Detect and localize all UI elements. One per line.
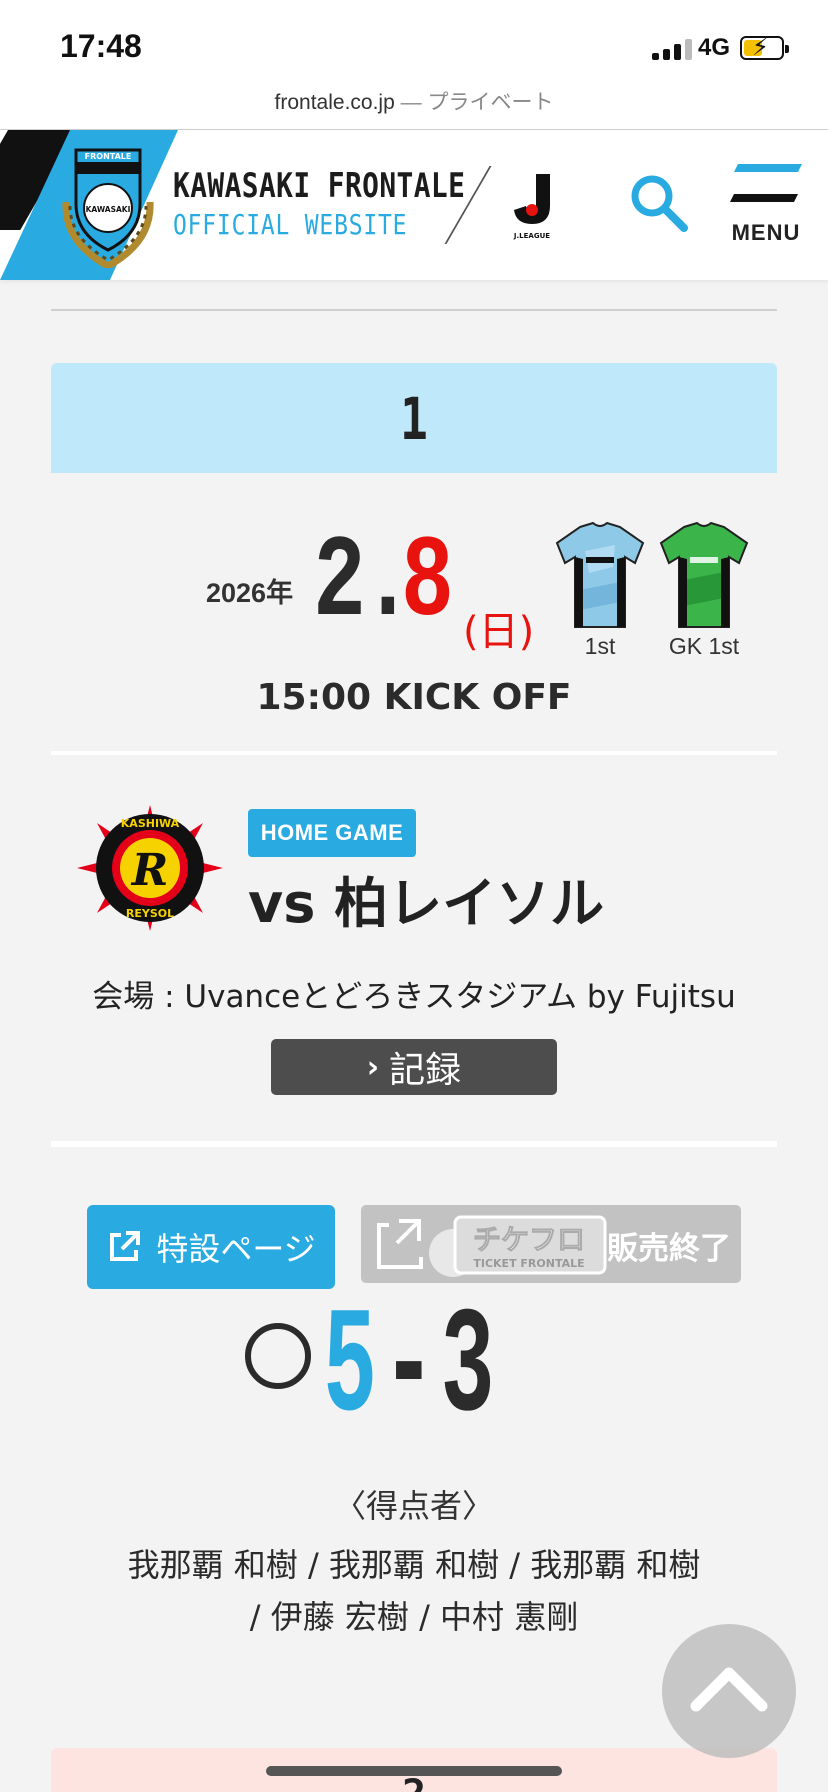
svg-text:REYSOL: REYSOL (126, 907, 174, 920)
scorers-line: 我那覇 和樹 / 我那覇 和樹 / 我那覇 和樹 (127, 1546, 701, 1584)
divider (51, 309, 777, 311)
venue: 会場 : Uvanceとどろきスタジアム by Fujitsu (92, 979, 736, 1015)
address-bar[interactable]: frontale.co.jp — プライベート (0, 86, 828, 116)
reysol-crest-logo[interactable]: R KASHIWA REYSOL (75, 803, 225, 933)
svg-text:チケフロ: チケフロ (473, 1223, 585, 1256)
search-icon (631, 175, 688, 232)
svg-text:KASHIWA: KASHIWA (121, 817, 180, 830)
battery-icon: ⚡ (740, 33, 789, 61)
svg-text:TICKET FRONTALE: TICKET FRONTALE (473, 1257, 584, 1270)
home-game-badge: HOME GAME (248, 809, 416, 857)
browsing-mode: — プライベート (400, 91, 554, 114)
jleague-logo[interactable]: J.LEAGUE (510, 170, 554, 242)
status-bar: 17:48 4G ⚡ frontale.co.jp — プライベート (0, 0, 828, 130)
svg-text:R: R (130, 845, 169, 896)
site-subtitle: OFFICIAL WEBSITE (173, 208, 408, 241)
opponent-name: vs 柏レイソル (248, 872, 605, 935)
external-link-icon (110, 1231, 141, 1261)
ticket-button[interactable]: チケフロ TICKET FRONTALE 販売終了 (361, 1205, 741, 1283)
svg-text:J.LEAGUE: J.LEAGUE (513, 232, 550, 240)
gk-kit-image[interactable] (659, 521, 749, 631)
scorers-line: / 伊藤 宏樹 / 中村 憲剛 (249, 1598, 579, 1636)
svg-text:KAWASAKI: KAWASAKI (86, 205, 131, 214)
menu-label: MENU (731, 220, 801, 245)
svg-text:FRONTALE: FRONTALE (85, 152, 132, 161)
search-button[interactable] (628, 172, 692, 236)
special-page-button[interactable]: 特設ページ (87, 1205, 335, 1289)
match-day: 8 (401, 517, 454, 649)
kickoff-time: 15:00 KICK OFF (256, 677, 572, 718)
round-number: 1 (400, 385, 428, 453)
final-score: 5-3 (323, 1285, 499, 1455)
scorers-list: 我那覇 和樹 / 我那覇 和樹 / 我那覇 和樹 / 伊藤 宏樹 / 中村 憲剛 (101, 1539, 727, 1643)
kit-label: GK 1st (668, 633, 740, 659)
kit-label: 1st (584, 633, 616, 659)
record-button-label: 記録 (389, 1050, 462, 1091)
date-panel: 2026年 2. 8 (日) 1st GK 1st 15:00 KICK OFF (51, 473, 777, 755)
match-month: 2. (313, 517, 414, 649)
round-header: 1 (51, 363, 777, 473)
home-indicator[interactable] (266, 1766, 562, 1776)
away-score: 3 (440, 1285, 500, 1455)
status-time: 17:48 (60, 28, 142, 64)
hamburger-icon (730, 164, 802, 202)
win-mark-icon (245, 1323, 311, 1389)
record-button[interactable]: › 記録 (271, 1039, 557, 1095)
signal-icon (652, 38, 692, 60)
special-page-label: 特設ページ (156, 1230, 316, 1268)
home-kit-image[interactable] (555, 521, 645, 631)
chevron-right-icon: › (366, 1049, 380, 1085)
home-score: 5 (323, 1285, 382, 1455)
scorers-heading: 〈得点者〉 (333, 1487, 494, 1525)
opponent-panel: R KASHIWA REYSOL HOME GAME vs 柏レイソル 会場 :… (51, 759, 777, 1147)
ticket-status: 販売終了 (607, 1231, 731, 1267)
ticket-frontale-logo: チケフロ TICKET FRONTALE (377, 1215, 607, 1277)
frontale-crest-logo[interactable]: FRONTALE KAWASAKI (58, 142, 158, 268)
match-year: 2026年 (206, 578, 294, 608)
result-panel: 特設ページ チケフロ TICKET FRONTALE 販売終了 5-3 〈得点者… (51, 1153, 777, 1698)
url-domain: frontale.co.jp (274, 91, 395, 114)
menu-button[interactable]: MENU (724, 164, 808, 256)
network-type: 4G (698, 34, 731, 61)
match-weekday: (日) (463, 609, 535, 655)
back-to-top-button[interactable] (662, 1624, 796, 1758)
score-separator: - (381, 1285, 441, 1455)
site-title[interactable]: KAWASAKI FRONTALE (173, 166, 465, 206)
site-header: FRONTALE KAWASAKI KAWASAKI FRONTALE OFFI… (0, 130, 828, 280)
chevron-up-icon (690, 1667, 768, 1712)
